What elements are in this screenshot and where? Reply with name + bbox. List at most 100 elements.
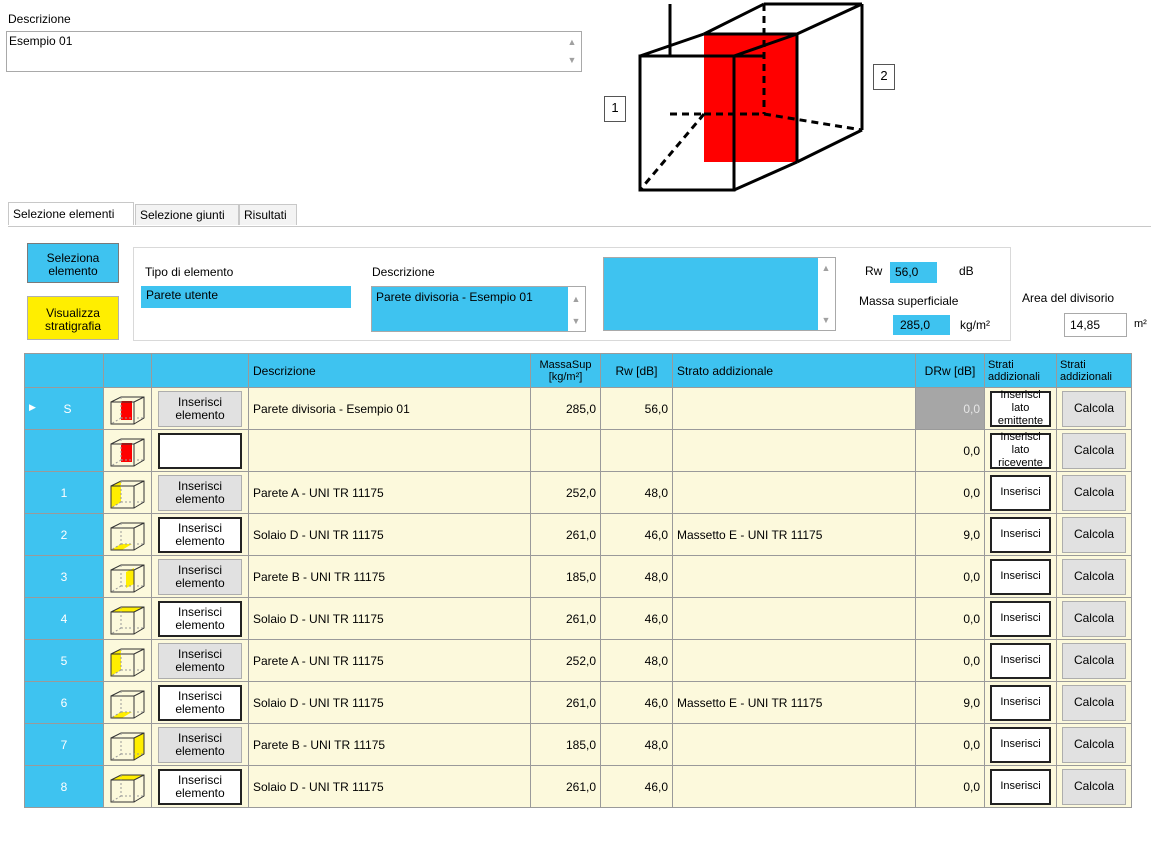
additional-layer-cell[interactable]: Massetto E - UNI TR 11175: [672, 513, 916, 556]
calculate-button[interactable]: Calcola: [1061, 642, 1127, 679]
drw-cell[interactable]: 9,0: [915, 513, 985, 556]
tab-selezione-giunti[interactable]: Selezione giunti: [135, 204, 239, 225]
header-strati-2[interactable]: Strati addizionali: [1056, 353, 1132, 388]
row-header[interactable]: 2: [24, 513, 104, 556]
header-strati-1[interactable]: Strati addizionali: [984, 353, 1057, 388]
calculate-button[interactable]: Calcola: [1061, 768, 1127, 805]
header-drw[interactable]: DRw [dB]: [915, 353, 985, 388]
additional-layer-cell[interactable]: [672, 387, 916, 430]
drw-cell[interactable]: 0,0: [915, 723, 985, 766]
drw-cell[interactable]: 0,0: [915, 597, 985, 640]
scroll-up-icon[interactable]: ▲: [567, 38, 577, 47]
calculate-button[interactable]: Calcola: [1061, 726, 1127, 763]
table-row[interactable]: 1 Inserisci elemento Parete A - UNI TR 111…: [24, 471, 1132, 514]
mass-cell[interactable]: 261,0: [530, 681, 601, 724]
scroll-down-icon[interactable]: ▼: [571, 317, 581, 326]
additional-layer-cell[interactable]: [672, 639, 916, 682]
rw-cell[interactable]: 56,0: [600, 387, 673, 430]
element-description-scrollbar[interactable]: ▲ ▼: [568, 287, 585, 331]
description-input[interactable]: Esempio 01 ▲ ▼: [6, 31, 582, 72]
row-header[interactable]: 3: [24, 555, 104, 598]
mass-cell[interactable]: 185,0: [530, 555, 601, 598]
row-header[interactable]: [24, 429, 104, 472]
drw-cell[interactable]: 0,0: [915, 387, 985, 430]
rw-cell[interactable]: 48,0: [600, 471, 673, 514]
scroll-down-icon[interactable]: ▼: [567, 56, 577, 65]
additional-layer-cell[interactable]: Massetto E - UNI TR 11175: [672, 681, 916, 724]
element-notes-scrollbar[interactable]: ▲ ▼: [818, 258, 835, 330]
element-description-cell[interactable]: Solaio D - UNI TR 11175: [248, 597, 531, 640]
table-row[interactable]: 0,0 Inserisci lato ricevente Calcola: [24, 429, 1132, 472]
mass-cell[interactable]: 185,0: [530, 723, 601, 766]
element-description-cell[interactable]: Solaio D - UNI TR 11175: [248, 765, 531, 808]
mass-cell[interactable]: 261,0: [530, 513, 601, 556]
calculate-button[interactable]: Calcola: [1061, 432, 1127, 469]
insert-layer-button[interactable]: Inserisci: [989, 516, 1052, 553]
header-massa[interactable]: MassaSup [kg/m²]: [530, 353, 601, 388]
drw-cell[interactable]: 0,0: [915, 765, 985, 808]
table-row[interactable]: 3 Inserisci elemento Parete B - UNI TR 111…: [24, 555, 1132, 598]
mass-cell[interactable]: 252,0: [530, 471, 601, 514]
element-type-field[interactable]: Parete utente: [141, 286, 351, 308]
element-description-cell[interactable]: Solaio D - UNI TR 11175: [248, 513, 531, 556]
row-header[interactable]: 5: [24, 639, 104, 682]
row-header[interactable]: 8: [24, 765, 104, 808]
mass-field[interactable]: 285,0: [893, 315, 950, 335]
insert-element-button[interactable]: Inserisci elemento: [157, 684, 243, 721]
row-header[interactable]: 7: [24, 723, 104, 766]
insert-element-button[interactable]: Inserisci elemento: [157, 390, 243, 427]
additional-layer-cell[interactable]: [672, 429, 916, 472]
insert-layer-button[interactable]: Inserisci: [989, 684, 1052, 721]
element-description-cell[interactable]: Parete B - UNI TR 11175: [248, 723, 531, 766]
insert-element-button[interactable]: Inserisci elemento: [157, 768, 243, 805]
element-description-cell[interactable]: Parete B - UNI TR 11175: [248, 555, 531, 598]
table-row[interactable]: 5 Inserisci elemento Parete A - UNI TR 111…: [24, 639, 1132, 682]
insert-element-button[interactable]: Inserisci elemento: [157, 642, 243, 679]
insert-element-button[interactable]: Inserisci elemento: [157, 516, 243, 553]
drw-cell[interactable]: 0,0: [915, 555, 985, 598]
insert-layer-button[interactable]: Inserisci: [989, 558, 1052, 595]
tab-selezione-elementi[interactable]: Selezione elementi: [8, 202, 134, 225]
additional-layer-cell[interactable]: [672, 471, 916, 514]
calculate-button[interactable]: Calcola: [1061, 474, 1127, 511]
mass-cell[interactable]: 252,0: [530, 639, 601, 682]
insert-layer-button[interactable]: Inserisci lato ricevente: [989, 431, 1052, 469]
mass-cell[interactable]: 261,0: [530, 765, 601, 808]
rw-cell[interactable]: 48,0: [600, 639, 673, 682]
drw-cell[interactable]: 0,0: [915, 471, 985, 514]
rw-field[interactable]: 56,0: [890, 262, 937, 283]
rw-cell[interactable]: 46,0: [600, 513, 673, 556]
calculate-button[interactable]: Calcola: [1061, 558, 1127, 595]
element-description-cell[interactable]: Parete A - UNI TR 11175: [248, 639, 531, 682]
mass-cell[interactable]: 261,0: [530, 597, 601, 640]
calculate-button[interactable]: Calcola: [1061, 516, 1127, 553]
show-stratigraphy-button[interactable]: Visualizza stratigrafia: [27, 296, 119, 340]
select-element-button[interactable]: Seleziona elemento: [27, 243, 119, 283]
insert-layer-button[interactable]: Inserisci: [989, 726, 1052, 763]
scroll-up-icon[interactable]: ▲: [821, 264, 831, 273]
area-input[interactable]: 14,85: [1064, 313, 1127, 337]
drw-cell[interactable]: 9,0: [915, 681, 985, 724]
additional-layer-cell[interactable]: [672, 723, 916, 766]
mass-cell[interactable]: 285,0: [530, 387, 601, 430]
insert-element-button[interactable]: Inserisci elemento: [157, 726, 243, 763]
mass-cell[interactable]: [530, 429, 601, 472]
insert-layer-button[interactable]: Inserisci: [989, 642, 1052, 679]
rw-cell[interactable]: 48,0: [600, 555, 673, 598]
rw-cell[interactable]: 46,0: [600, 765, 673, 808]
table-row[interactable]: ▶ S Inserisci elemento Parete divisoria - E…: [24, 387, 1132, 430]
additional-layer-cell[interactable]: [672, 597, 916, 640]
description-scrollbar[interactable]: ▲ ▼: [564, 32, 581, 71]
table-row[interactable]: 7 Inserisci elemento Parete B - UNI TR 111…: [24, 723, 1132, 766]
table-row[interactable]: 2 Inserisci elemento Solaio D - UNI TR 111…: [24, 513, 1132, 556]
element-description-cell[interactable]: Solaio D - UNI TR 11175: [248, 681, 531, 724]
table-row[interactable]: 8 Inserisci elemento Solaio D - UNI TR 111…: [24, 765, 1132, 808]
insert-layer-button[interactable]: Inserisci: [989, 768, 1052, 805]
element-description-cell[interactable]: Parete A - UNI TR 11175: [248, 471, 531, 514]
rw-cell[interactable]: 48,0: [600, 723, 673, 766]
header-descrizione[interactable]: Descrizione: [248, 353, 531, 388]
header-strato[interactable]: Strato addizionale: [672, 353, 916, 388]
drw-cell[interactable]: 0,0: [915, 429, 985, 472]
row-header[interactable]: 6: [24, 681, 104, 724]
table-row[interactable]: 4 Inserisci elemento Solaio D - UNI TR 111…: [24, 597, 1132, 640]
